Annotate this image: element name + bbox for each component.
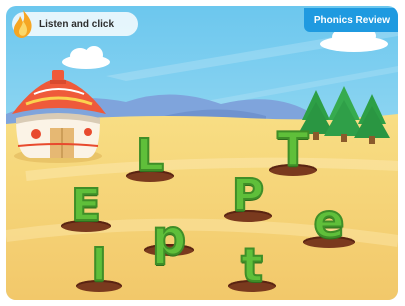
letter-P: P [231, 170, 265, 221]
letter-T: T [276, 122, 309, 176]
instruction-bar[interactable]: Listen and click [12, 10, 138, 38]
letter-t: t [240, 238, 264, 292]
letter-L: L [135, 130, 165, 181]
instruction-label: Listen and click [39, 18, 115, 30]
phonics-review-button[interactable]: Phonics Review [303, 8, 398, 32]
letter-p: p [151, 210, 187, 266]
letter-hole-p[interactable]: p [144, 200, 194, 263]
letter-hole-e[interactable]: e [303, 196, 355, 248]
letter-hole-P[interactable]: P [224, 168, 272, 222]
letter-e: e [312, 194, 345, 248]
letter-hole-T[interactable]: T [269, 120, 317, 176]
letter-hole-E[interactable]: E [61, 178, 111, 232]
scene-background [6, 6, 398, 300]
letter-l: l [90, 240, 107, 291]
game-frame: Listen and click Phonics Review L T E P … [6, 6, 398, 300]
letter-hole-t[interactable]: t [228, 236, 276, 292]
flame-icon [13, 10, 32, 38]
letter-E: E [70, 180, 102, 231]
letter-hole-L[interactable]: L [126, 130, 174, 182]
letter-hole-l[interactable]: l [76, 238, 122, 292]
